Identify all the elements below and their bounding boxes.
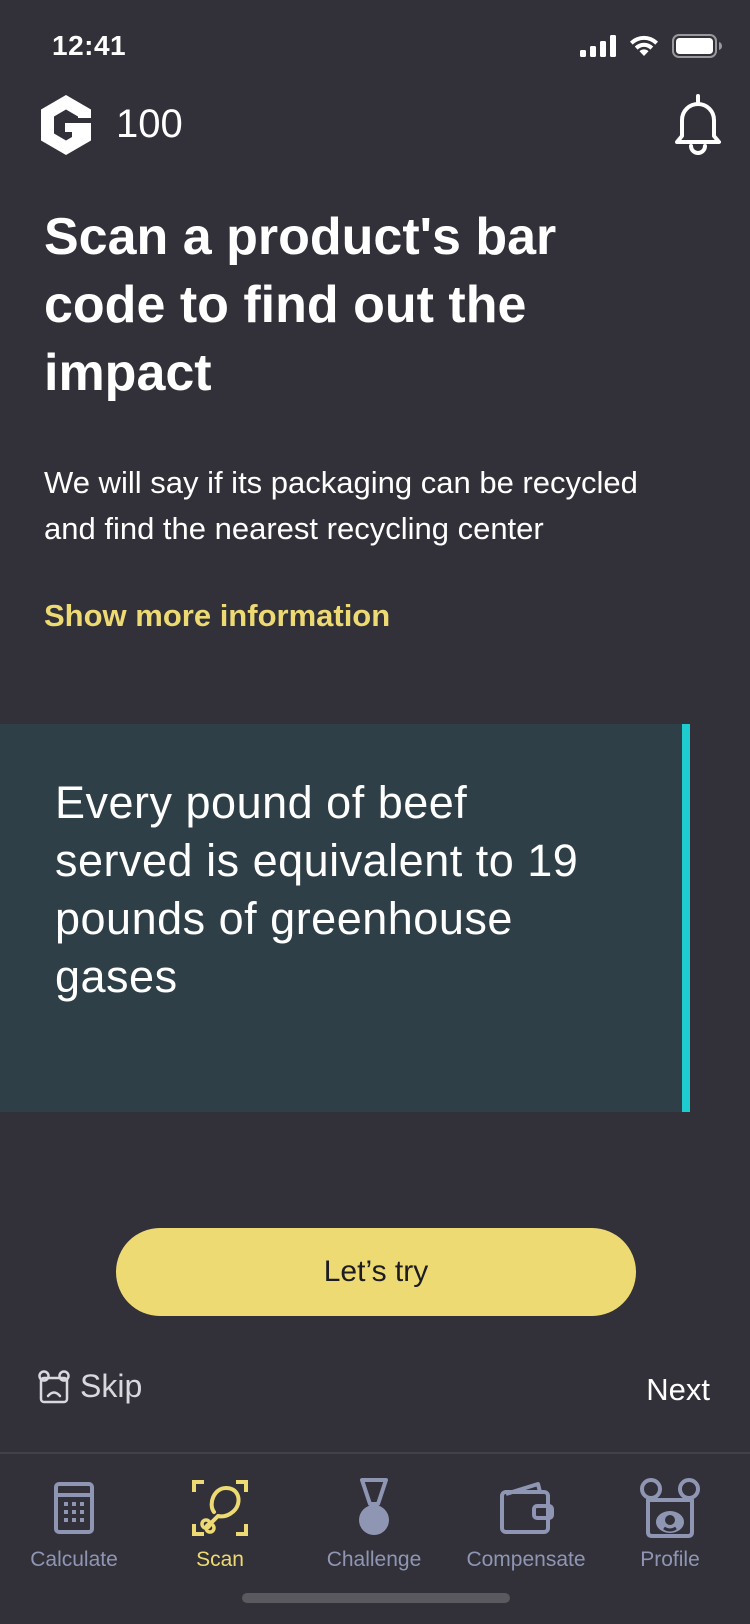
wifi-icon [630,35,658,56]
home-indicator[interactable] [242,1593,510,1603]
hexagon-g-logo-icon[interactable] [38,93,94,157]
scan-drumstick-icon [192,1480,248,1536]
bear-face-icon [640,1478,700,1538]
status-time: 12:41 [52,30,127,61]
header: 100 [0,88,750,184]
tab-profile[interactable]: Profile [632,1476,708,1572]
cellular-signal-icon [580,35,616,57]
tab-calculate[interactable]: Calculate [22,1476,126,1572]
lets-try-button[interactable]: Let’s try [116,1228,636,1316]
tab-scan[interactable]: Scan [180,1476,260,1572]
wallet-icon [500,1482,554,1534]
status-icons [580,34,722,58]
show-more-link[interactable]: Show more information [44,598,390,634]
tab-label-compensate: Compensate [466,1548,586,1571]
calculator-icon [54,1482,94,1534]
points-counter: 100 [116,102,183,146]
tab-label-profile: Profile [640,1548,700,1571]
alarm-clock-sad-icon [38,1369,70,1403]
skip-button[interactable]: Skip [38,1368,142,1405]
description-text: We will say if its packaging can be recy… [44,465,638,546]
next-button[interactable]: Next [646,1372,710,1408]
battery-icon [672,34,722,58]
page-title: Scan a product's bar code to find out th… [44,208,557,402]
medal-icon [359,1478,389,1535]
fact-card: Every pound of beef served is equivalent… [0,724,690,1112]
tab-compensate[interactable]: Compensate [464,1476,588,1572]
tab-label-calculate: Calculate [30,1548,118,1571]
tab-challenge[interactable]: Challenge [322,1476,426,1572]
bell-icon[interactable] [672,92,724,156]
tab-label-scan: Scan [196,1548,244,1571]
skip-label: Skip [80,1368,143,1404]
fact-text: Every pound of beef served is equivalent… [55,777,579,1002]
status-bar: 12:41 [0,0,750,88]
tab-label-challenge: Challenge [326,1548,422,1571]
